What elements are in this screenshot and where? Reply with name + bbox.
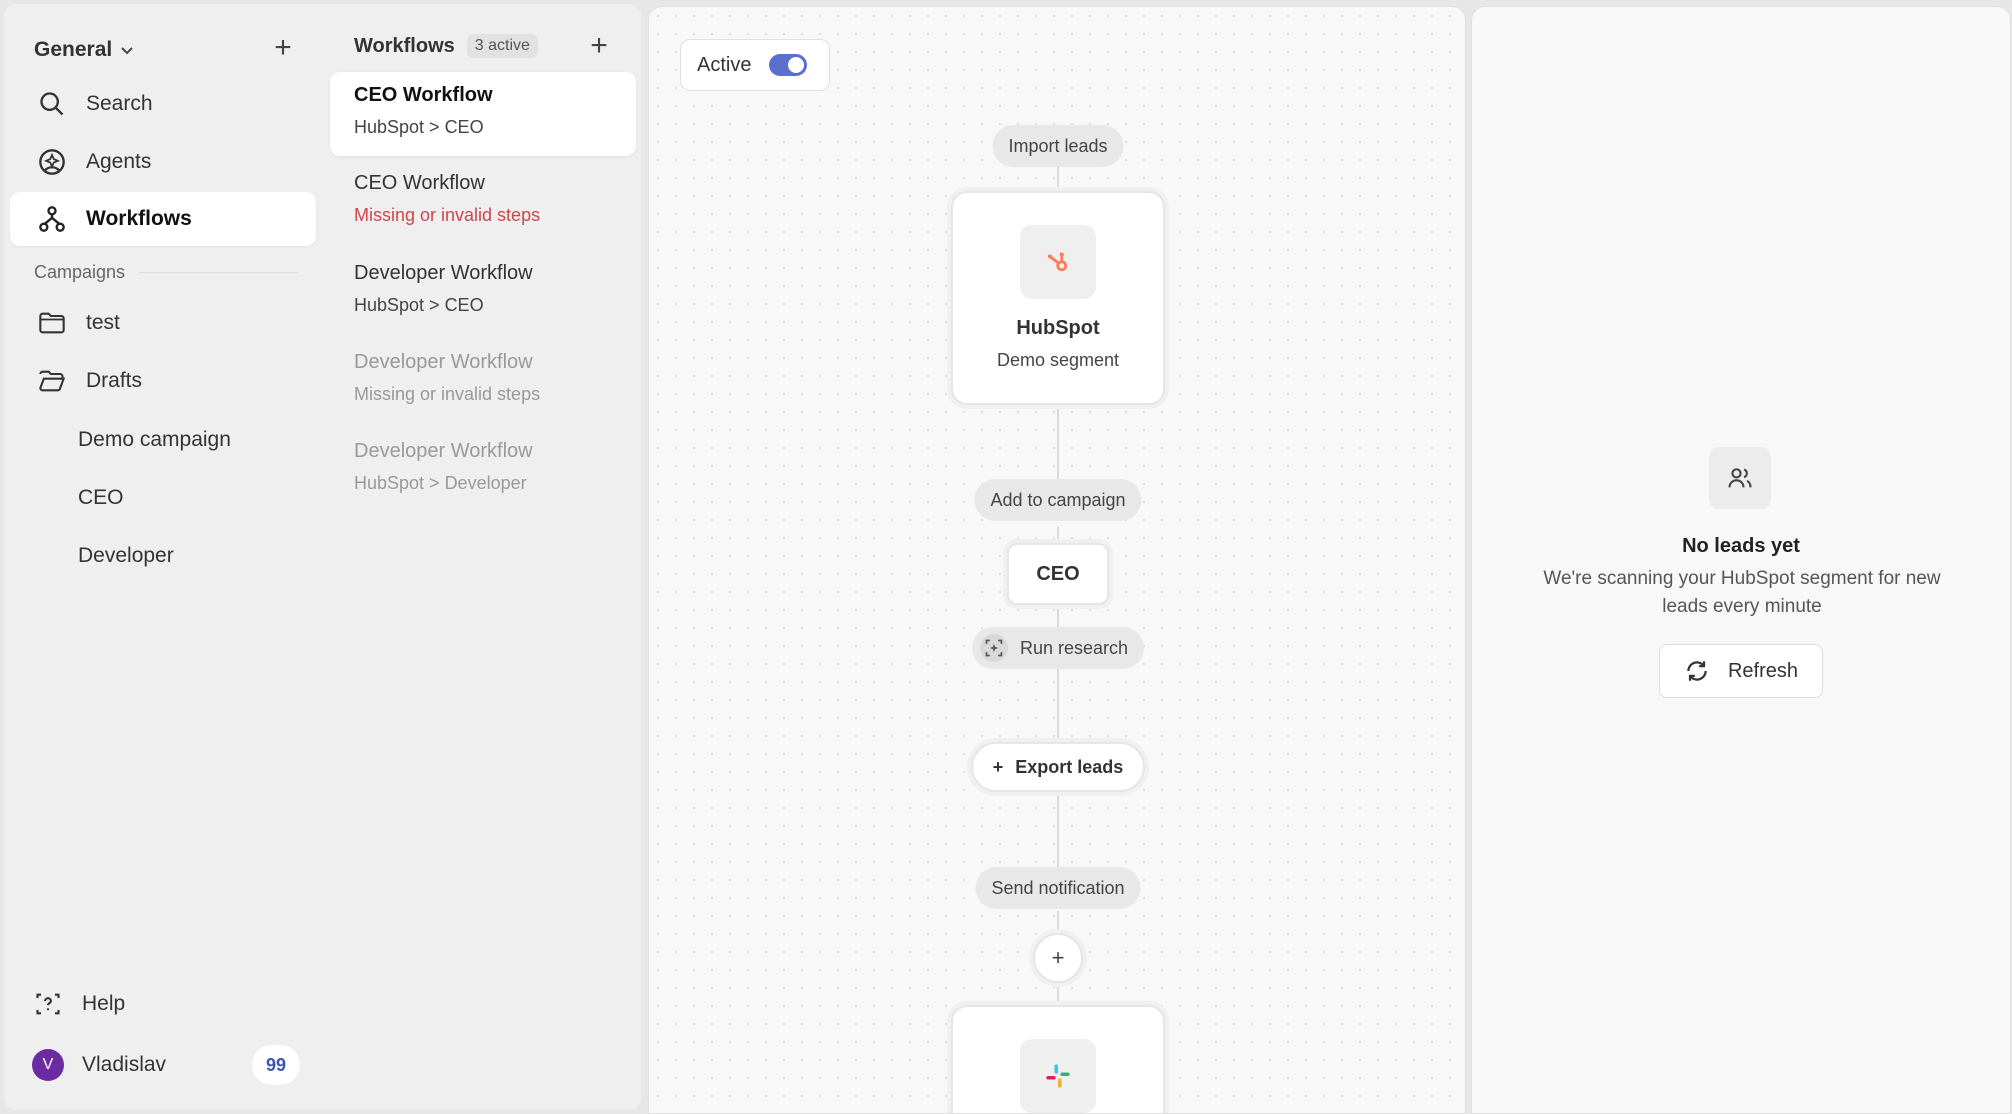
folder-icon	[39, 312, 65, 334]
step-label-send-notification: Send notification	[975, 867, 1141, 909]
workflow-list-title: Workflows	[354, 34, 455, 57]
workflow-name: Developer Workflow	[354, 262, 533, 284]
nav-label: Search	[86, 92, 153, 115]
workflow-icon	[39, 206, 65, 232]
workflow-list-header: Workflows 3 active	[354, 34, 538, 58]
workflow-list-panel: Workflows 3 active + CEO Workflow HubSpo…	[324, 4, 641, 1110]
source-subtitle: Demo segment	[996, 350, 1120, 370]
workflow-item[interactable]: CEO Workflow Missing or invalid steps	[330, 160, 636, 244]
campaign-item[interactable]: Demo campaign	[78, 428, 231, 452]
sidebar: General + Search Agents Workflows Campai…	[4, 4, 324, 1110]
notification-count-badge[interactable]: 99	[252, 1045, 300, 1085]
nav-item-search[interactable]: Search	[10, 77, 316, 131]
search-icon	[40, 92, 64, 116]
nav-label: Workflows	[86, 207, 192, 230]
workflow-name: CEO Workflow	[354, 84, 493, 106]
notification-card[interactable]	[951, 1005, 1165, 1113]
research-icon	[979, 634, 1008, 662]
nav-item-agents[interactable]: Agents	[10, 135, 316, 189]
workflow-canvas[interactable]: Active Import leads HubSpot Demo segment…	[648, 6, 1466, 1114]
workflow-subtitle: HubSpot > CEO	[354, 295, 484, 315]
empty-state-title: No leads yet	[1682, 535, 1800, 557]
source-title: HubSpot	[1016, 317, 1100, 339]
add-step-button[interactable]: +	[1033, 933, 1083, 983]
user-menu[interactable]: V Vladislav 99	[32, 1045, 300, 1085]
toggle-switch[interactable]	[769, 54, 808, 76]
user-name: Vladislav	[82, 1053, 167, 1076]
plus-icon: +	[992, 756, 1004, 777]
folder-label: test	[86, 311, 120, 334]
workflow-item[interactable]: Developer Workflow HubSpot > CEO	[330, 250, 636, 334]
workflow-name: Developer Workflow	[354, 351, 533, 373]
step-label-import-leads: Import leads	[992, 125, 1124, 167]
workflow-subtitle: HubSpot > Developer	[354, 473, 527, 493]
active-count-badge: 3 active	[466, 34, 538, 58]
help-link[interactable]: Help	[34, 990, 125, 1018]
agent-icon	[39, 149, 65, 175]
folder-item-drafts[interactable]: Drafts	[10, 354, 316, 408]
source-card[interactable]: HubSpot Demo segment	[951, 191, 1165, 405]
refresh-label: Refresh	[1727, 659, 1799, 682]
folder-label: Drafts	[86, 369, 143, 392]
leads-panel: No leads yet We're scanning your HubSpot…	[1471, 6, 2011, 1114]
users-icon	[1709, 447, 1771, 509]
refresh-button[interactable]: Refresh	[1659, 644, 1823, 698]
workflow-name: CEO Workflow	[354, 172, 485, 194]
run-research-label: Run research	[1019, 637, 1129, 658]
help-icon	[36, 993, 60, 1015]
active-toggle[interactable]: Active	[680, 39, 830, 91]
chevron-down-icon	[120, 43, 134, 60]
avatar: V	[32, 1049, 64, 1081]
workflow-subtitle: HubSpot > CEO	[354, 117, 484, 137]
add-workflow-button[interactable]: +	[584, 31, 614, 62]
workspace-switcher[interactable]: General	[34, 34, 134, 66]
workflow-error: Missing or invalid steps	[354, 205, 541, 225]
workflow-item[interactable]: Developer Workflow HubSpot > Developer	[330, 428, 636, 512]
workflow-item[interactable]: CEO Workflow HubSpot > CEO	[330, 72, 636, 156]
section-title: Campaigns	[34, 262, 126, 282]
campaign-node[interactable]: CEO	[1007, 543, 1109, 605]
hubspot-icon	[1020, 225, 1096, 299]
folder-open-icon	[39, 370, 66, 392]
active-label: Active	[697, 53, 752, 76]
folder-item-test[interactable]: test	[10, 296, 316, 350]
connector-line	[1057, 403, 1059, 487]
divider	[139, 272, 298, 273]
nav-item-workflows[interactable]: Workflows	[10, 192, 316, 246]
run-research-step[interactable]: Run research	[971, 627, 1145, 669]
slack-icon	[1020, 1039, 1096, 1113]
campaign-item[interactable]: Developer	[78, 544, 174, 568]
empty-state-description: We're scanning your HubSpot segment for …	[1543, 568, 1941, 617]
export-leads-button[interactable]: + Export leads	[971, 742, 1145, 792]
export-leads-label: Export leads	[1015, 756, 1124, 777]
step-label-add-to-campaign: Add to campaign	[974, 479, 1142, 521]
campaign-item[interactable]: CEO	[78, 486, 124, 510]
connector-line	[1057, 667, 1059, 749]
refresh-icon	[1687, 661, 1707, 681]
add-icon[interactable]: +	[268, 33, 298, 64]
help-label: Help	[82, 992, 126, 1015]
workspace-name: General	[34, 38, 113, 61]
workflow-name: Developer Workflow	[354, 440, 533, 462]
nav-label: Agents	[86, 150, 152, 173]
campaigns-section-label: Campaigns	[34, 262, 298, 283]
workflow-item[interactable]: Developer Workflow Missing or invalid st…	[330, 339, 636, 423]
workflow-subtitle: Missing or invalid steps	[354, 384, 541, 404]
